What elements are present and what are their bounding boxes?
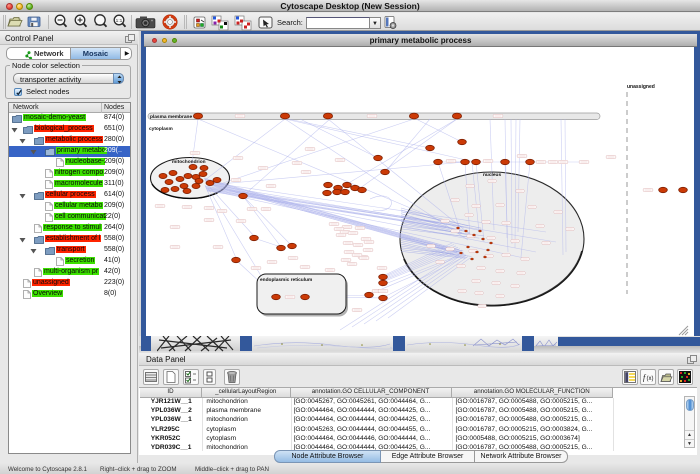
svg-text:cytoplasm: cytoplasm [149,126,173,132]
svg-text:unassigned: unassigned [627,84,655,90]
svg-text:1:1: 1:1 [116,18,123,24]
svg-text:mitochondrion: mitochondrion [172,159,206,165]
svg-text:plasma membrane: plasma membrane [150,114,192,120]
svg-text:nucleus: nucleus [483,172,501,178]
svg-text:endoplasmic reticulum: endoplasmic reticulum [260,277,312,283]
svg-text:(x): (x) [647,376,654,382]
